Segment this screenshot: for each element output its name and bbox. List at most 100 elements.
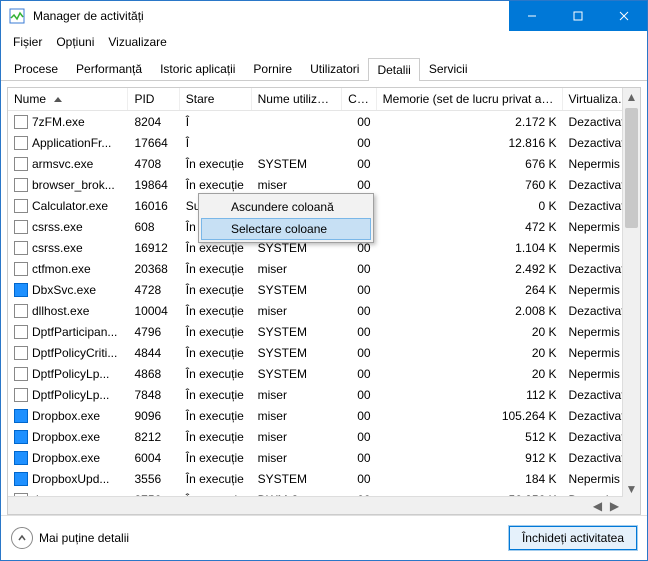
process-memory: 2.492 K — [377, 262, 563, 276]
process-user: SYSTEM — [252, 157, 343, 171]
table-row[interactable]: DptfParticipan...4796În execuțieSYSTEM00… — [8, 321, 640, 342]
tab-details[interactable]: Detalii — [368, 58, 419, 81]
fewer-details-label: Mai puține detalii — [39, 531, 129, 545]
process-status: Î — [180, 115, 252, 129]
table-row[interactable]: DbxSvc.exe4728În execuțieSYSTEM00264 KNe… — [8, 279, 640, 300]
process-icon — [14, 178, 28, 192]
process-pid: 4708 — [128, 157, 179, 171]
tab-processes[interactable]: Procese — [5, 57, 67, 80]
process-name: csrss.exe — [32, 220, 83, 234]
process-memory: 912 K — [377, 451, 563, 465]
close-button[interactable] — [601, 1, 647, 31]
process-name: Dropbox.exe — [32, 409, 100, 423]
process-name: browser_brok... — [32, 178, 115, 192]
horizontal-scrollbar[interactable]: ◀ ▶ — [8, 496, 623, 514]
process-user: miser — [252, 178, 343, 192]
column-header-cpu[interactable]: CPU — [342, 88, 376, 110]
tab-performance[interactable]: Performanță — [67, 57, 151, 80]
column-header-pid[interactable]: PID — [128, 88, 179, 110]
process-cpu: 00 — [342, 472, 376, 486]
scroll-right-arrow-icon[interactable]: ▶ — [606, 497, 623, 514]
menu-file[interactable]: Fișier — [7, 33, 48, 51]
process-memory: 20 K — [377, 346, 563, 360]
process-name: DptfPolicyLp... — [32, 367, 109, 381]
process-user: SYSTEM — [252, 283, 343, 297]
process-status: În execuție — [180, 367, 252, 381]
column-header-row: Nume PID Stare Nume utilizator CPU Memor… — [8, 88, 640, 111]
process-pid: 4868 — [128, 367, 179, 381]
process-user: SYSTEM — [252, 472, 343, 486]
process-user: SYSTEM — [252, 346, 343, 360]
column-header-user[interactable]: Nume utilizator — [252, 88, 343, 110]
tab-services[interactable]: Servicii — [420, 57, 477, 80]
table-row[interactable]: 7zFM.exe8204Î002.172 KDezactivat — [8, 111, 640, 132]
menu-view[interactable]: Vizualizare — [102, 33, 172, 51]
table-row[interactable]: dllhost.exe10004În execuțiemiser002.008 … — [8, 300, 640, 321]
process-name: csrss.exe — [32, 241, 83, 255]
process-memory: 184 K — [377, 472, 563, 486]
process-status: În execuție — [180, 325, 252, 339]
process-pid: 8212 — [128, 430, 179, 444]
table-row[interactable]: ctfmon.exe20368În execuțiemiser002.492 K… — [8, 258, 640, 279]
maximize-button[interactable] — [555, 1, 601, 31]
context-menu-hide-column[interactable]: Ascundere coloană — [201, 196, 371, 218]
table-row[interactable]: DropboxUpd...3556În execuțieSYSTEM00184 … — [8, 468, 640, 489]
table-row[interactable]: DptfPolicyCriti...4844În execuțieSYSTEM0… — [8, 342, 640, 363]
process-pid: 608 — [128, 220, 179, 234]
table-row[interactable]: ApplicationFr...17664Î0012.816 KDezactiv… — [8, 132, 640, 153]
process-cpu: 00 — [342, 451, 376, 465]
table-row[interactable]: DptfPolicyLp...4868În execuțieSYSTEM0020… — [8, 363, 640, 384]
scroll-thumb[interactable] — [625, 108, 638, 228]
menubar: Fișier Opțiuni Vizualizare — [1, 31, 647, 53]
process-cpu: 00 — [342, 409, 376, 423]
tab-startup[interactable]: Pornire — [244, 57, 301, 80]
process-name: ApplicationFr... — [32, 136, 111, 150]
column-context-menu: Ascundere coloană Selectare coloane — [198, 193, 374, 243]
process-user: SYSTEM — [252, 325, 343, 339]
process-name: DropboxUpd... — [32, 472, 109, 486]
process-name: ctfmon.exe — [32, 262, 91, 276]
tab-users[interactable]: Utilizatori — [301, 57, 368, 80]
tab-app-history[interactable]: Istoric aplicații — [151, 57, 244, 80]
process-pid: 9096 — [128, 409, 179, 423]
menu-options[interactable]: Opțiuni — [50, 33, 100, 51]
process-name: dllhost.exe — [32, 304, 89, 318]
table-row[interactable]: armsvc.exe4708În execuțieSYSTEM00676 KNe… — [8, 153, 640, 174]
end-task-button[interactable]: Închideți activitatea — [509, 526, 637, 550]
titlebar[interactable]: Manager de activități — [1, 1, 647, 31]
table-row[interactable]: DptfPolicyLp...7848În execuțiemiser00112… — [8, 384, 640, 405]
process-user: miser — [252, 430, 343, 444]
table-row[interactable]: Dropbox.exe6004În execuțiemiser00912 KDe… — [8, 447, 640, 468]
context-menu-select-columns[interactable]: Selectare coloane — [201, 218, 371, 240]
footer: Mai puține detalii Închideți activitatea — [1, 515, 647, 560]
minimize-button[interactable] — [509, 1, 555, 31]
process-icon — [14, 136, 28, 150]
process-icon — [14, 199, 28, 213]
scroll-left-arrow-icon[interactable]: ◀ — [589, 497, 606, 514]
process-pid: 17664 — [128, 136, 179, 150]
process-pid: 4796 — [128, 325, 179, 339]
vertical-scrollbar[interactable]: ▲ ▼ — [622, 88, 640, 514]
process-name: DptfPolicyCriti... — [32, 346, 117, 360]
scroll-down-arrow-icon[interactable]: ▼ — [623, 480, 640, 497]
table-row[interactable]: browser_brok...19864În execuțiemiser0076… — [8, 174, 640, 195]
column-header-status[interactable]: Stare — [180, 88, 252, 110]
column-header-name[interactable]: Nume — [8, 88, 128, 110]
process-icon — [14, 325, 28, 339]
process-rows[interactable]: 7zFM.exe8204Î002.172 KDezactivat Applicat… — [8, 111, 640, 514]
process-cpu: 00 — [342, 157, 376, 171]
process-cpu: 00 — [342, 388, 376, 402]
fewer-details-toggle[interactable]: Mai puține detalii — [11, 527, 129, 549]
process-memory: 12.816 K — [377, 136, 563, 150]
process-user: miser — [252, 262, 343, 276]
column-header-memory[interactable]: Memorie (set de lucru privat activ) — [377, 88, 563, 110]
process-user: SYSTEM — [252, 367, 343, 381]
tab-strip: Procese Performanță Istoric aplicații Po… — [1, 53, 647, 81]
scroll-up-arrow-icon[interactable]: ▲ — [623, 88, 640, 105]
process-status: În execuție — [180, 283, 252, 297]
process-name: armsvc.exe — [32, 157, 93, 171]
process-grid: Nume PID Stare Nume utilizator CPU Memor… — [7, 87, 641, 515]
process-memory: 1.104 K — [377, 241, 563, 255]
table-row[interactable]: Dropbox.exe8212În execuțiemiser00512 KDe… — [8, 426, 640, 447]
table-row[interactable]: Dropbox.exe9096În execuțiemiser00105.264… — [8, 405, 640, 426]
